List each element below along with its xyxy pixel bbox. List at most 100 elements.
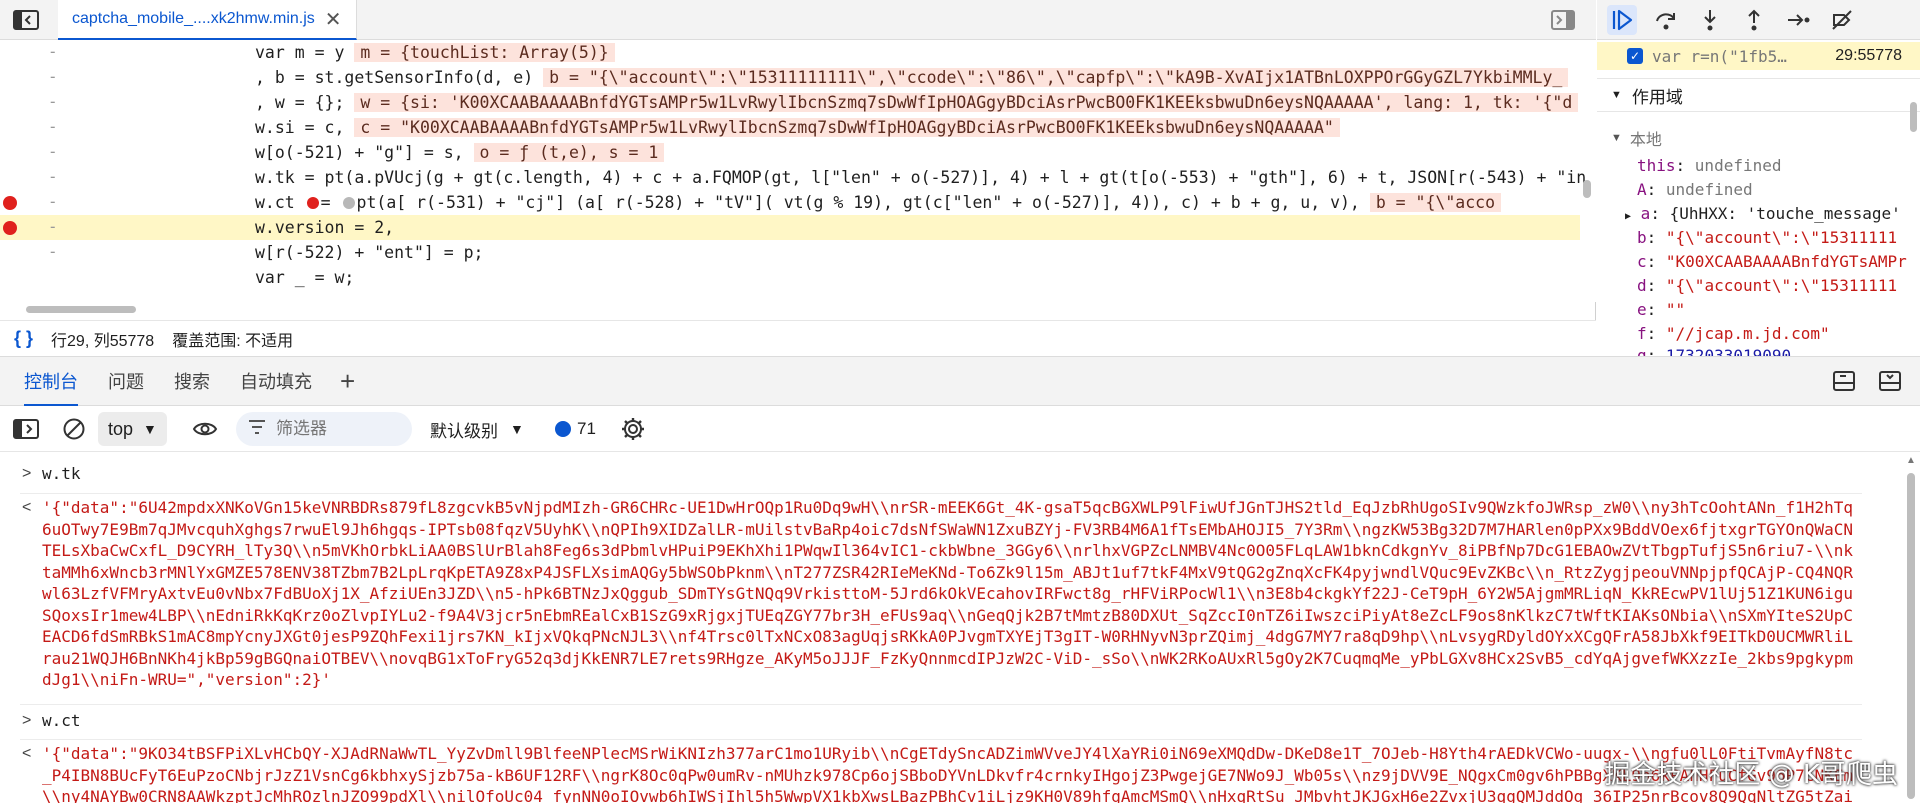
- tab-console[interactable]: 控制台: [24, 357, 78, 407]
- input-prompt-icon: >: [22, 465, 32, 482]
- local-scope-title: 本地: [1629, 132, 1662, 149]
- code-line[interactable]: - w.si = c, c = "K00XCAABAAAABnfdYGTsAMP…: [0, 115, 1580, 140]
- filter-field[interactable]: [236, 412, 412, 446]
- file-tab[interactable]: captcha_mobile_....xk2hmw.min.js ✕: [58, 0, 357, 40]
- console-result-text[interactable]: '{"data":"6U42mpdxXNKoVGn15keVNRBDRs879f…: [42, 497, 1862, 691]
- add-tab-button[interactable]: +: [340, 367, 355, 395]
- scope-variable[interactable]: this: undefined: [1597, 154, 1917, 178]
- resume-button[interactable]: [1607, 4, 1637, 35]
- step-over-button[interactable]: [1651, 5, 1681, 35]
- variable-value: undefined: [1665, 180, 1753, 199]
- inline-breakpoint-icon[interactable]: [306, 197, 319, 209]
- navigator-toggle-icon[interactable]: [12, 8, 40, 32]
- clear-console-icon[interactable]: [60, 414, 88, 444]
- log-level-selector[interactable]: 默认级别 ▼: [430, 412, 524, 446]
- undock-drawer-icon[interactable]: [1832, 370, 1858, 394]
- scope-variable[interactable]: c: "K00XCAABAAAABnfdYGTsAMPr: [1597, 250, 1917, 274]
- breakpoint-checkbox[interactable]: ✓: [1627, 48, 1643, 64]
- code-text: , w = {}; w = {si: 'K00XCAABAAAABnfdYGTs…: [255, 90, 1579, 115]
- breakpoint-item[interactable]: ✓ var r=n("1fb5… 29:55778: [1597, 42, 1920, 70]
- console-settings-icon[interactable]: [618, 414, 648, 444]
- code-vertical-scrollbar[interactable]: [1580, 40, 1594, 302]
- tab-search[interactable]: 搜索: [174, 357, 210, 407]
- log-level-value: 默认级别: [430, 421, 498, 441]
- context-selector[interactable]: top ▼: [98, 412, 167, 446]
- deactivate-breakpoints-icon: [1832, 9, 1852, 30]
- scope-variable[interactable]: f: "//jcap.m.jd.com": [1597, 322, 1917, 346]
- code-source: w.ct: [255, 193, 305, 212]
- tab-issues[interactable]: 问题: [108, 357, 144, 407]
- line-marker: -: [50, 93, 56, 111]
- variable-name: b: [1637, 228, 1647, 247]
- breakpoint-marker[interactable]: [3, 221, 17, 235]
- code-source: w[o(-521) + "g"] = s,: [255, 143, 474, 162]
- code-line[interactable]: var _ = w;: [0, 265, 1580, 290]
- console-scrollbar[interactable]: ▲: [1904, 453, 1918, 803]
- scope-variable[interactable]: g: 1732033019090: [1597, 344, 1917, 356]
- variable-value: undefined: [1694, 156, 1782, 175]
- console-divider: [20, 493, 1862, 494]
- filter-input[interactable]: [276, 419, 396, 439]
- code-source: w.si = c,: [255, 118, 355, 137]
- issues-counter[interactable]: 71: [555, 412, 596, 446]
- file-tab-label: captcha_mobile_....xk2hmw.min.js: [72, 10, 315, 27]
- scope-variable[interactable]: A: undefined: [1597, 178, 1917, 202]
- expand-triangle-icon[interactable]: ▶: [1625, 211, 1631, 222]
- scope-section-header[interactable]: ▼ 作用域: [1597, 78, 1920, 112]
- code-line[interactable]: - w.ct = pt(a[ r(-531) + "cj"] (a[ r(-52…: [0, 190, 1580, 215]
- code-horizontal-scrollbar[interactable]: [20, 304, 1580, 314]
- variable-value: "": [1665, 300, 1686, 319]
- scope-variable[interactable]: ▶ a: {UhHXX: 'touche_message': [1597, 202, 1917, 226]
- scroll-thumb[interactable]: [1583, 180, 1591, 198]
- code-line[interactable]: - var m = y m = {touchList: Array(5)}: [0, 40, 1580, 65]
- step-button[interactable]: [1783, 5, 1813, 35]
- variable-value: "{\"account\":\"15311111: [1665, 228, 1898, 247]
- close-drawer-icon[interactable]: [1878, 370, 1904, 394]
- step-into-button[interactable]: [1695, 5, 1725, 35]
- breakpoint-location: 29:55778: [1835, 47, 1902, 64]
- result-prompt-icon: <: [22, 745, 32, 762]
- deactivate-breakpoints-button[interactable]: [1827, 5, 1857, 35]
- step-out-button[interactable]: [1739, 5, 1769, 35]
- step-icon: [1788, 13, 1810, 26]
- console-divider: [20, 739, 1862, 740]
- console-input-text: w.ct: [42, 711, 81, 730]
- tab-autofill[interactable]: 自动填充: [240, 357, 312, 407]
- line-marker: -: [50, 168, 56, 186]
- code-line[interactable]: - w[o(-521) + "g"] = s, o = ƒ (t,e), s =…: [0, 140, 1580, 165]
- line-marker: -: [50, 218, 56, 236]
- step-into-icon: [1704, 9, 1716, 30]
- scope-scrollbar[interactable]: [1908, 100, 1918, 350]
- scroll-thumb[interactable]: [1910, 102, 1917, 132]
- code-line[interactable]: - w.tk = pt(a.pVUcj(g + gt(c.length, 4) …: [0, 165, 1586, 190]
- console-result-text[interactable]: '{"data":"9KO34tBSFPiXLvHCbQY-XJAdRNaWwT…: [42, 743, 1862, 803]
- scope-variable[interactable]: e: "": [1597, 298, 1917, 322]
- line-marker: -: [50, 118, 56, 136]
- live-expression-icon[interactable]: [190, 414, 220, 444]
- local-scope-header[interactable]: ▼ 本地: [1597, 126, 1662, 150]
- console-output[interactable]: > w.tk < '{"data":"6U42mpdxXNKoVGn15keVN…: [0, 453, 1920, 803]
- debugger-sidebar: ✓ var r=n("1fb5… 29:55778 ▼ 作用域 ▼ 本地 thi…: [1597, 0, 1920, 356]
- scroll-thumb[interactable]: [1907, 473, 1915, 799]
- debugger-toolbar: [1597, 0, 1920, 40]
- scope-variable[interactable]: b: "{\"account\":\"15311111: [1597, 226, 1917, 250]
- scope-variable[interactable]: d: "{\"account\":\"15311111: [1597, 274, 1917, 298]
- pretty-print-button[interactable]: { }: [14, 328, 33, 349]
- console-toolbar: top ▼ 默认级别 ▼ 71: [0, 406, 1920, 452]
- breakpoint-marker[interactable]: [3, 196, 17, 210]
- variable-name: this: [1637, 156, 1676, 175]
- inline-breakpoint-icon[interactable]: [342, 197, 355, 209]
- inline-value: b = "{\"account\":\"15311111111\",\"ccod…: [543, 68, 1569, 87]
- code-view[interactable]: - var m = y m = {touchList: Array(5)} - …: [0, 40, 1596, 302]
- code-line[interactable]: - , w = {}; w = {si: 'K00XCAABAAAABnfdYG…: [0, 90, 1580, 115]
- source-editor-pane: captcha_mobile_....xk2hmw.min.js ✕ - var…: [0, 0, 1596, 356]
- scroll-thumb[interactable]: [26, 306, 136, 313]
- console-sidebar-icon[interactable]: [12, 414, 40, 444]
- debugger-toggle-icon[interactable]: [1550, 8, 1576, 32]
- code-line[interactable]: - , b = st.getSensorInfo(d, e) b = "{\"a…: [0, 65, 1580, 90]
- code-line[interactable]: - w[r(-522) + "ent"] = p;: [0, 240, 1580, 265]
- scroll-up-icon[interactable]: ▲: [1906, 455, 1916, 466]
- code-line-current[interactable]: - w.version = 2,: [0, 215, 1580, 240]
- inline-value: b = "{\"acco: [1369, 193, 1502, 212]
- close-tab-icon[interactable]: ✕: [325, 7, 342, 32]
